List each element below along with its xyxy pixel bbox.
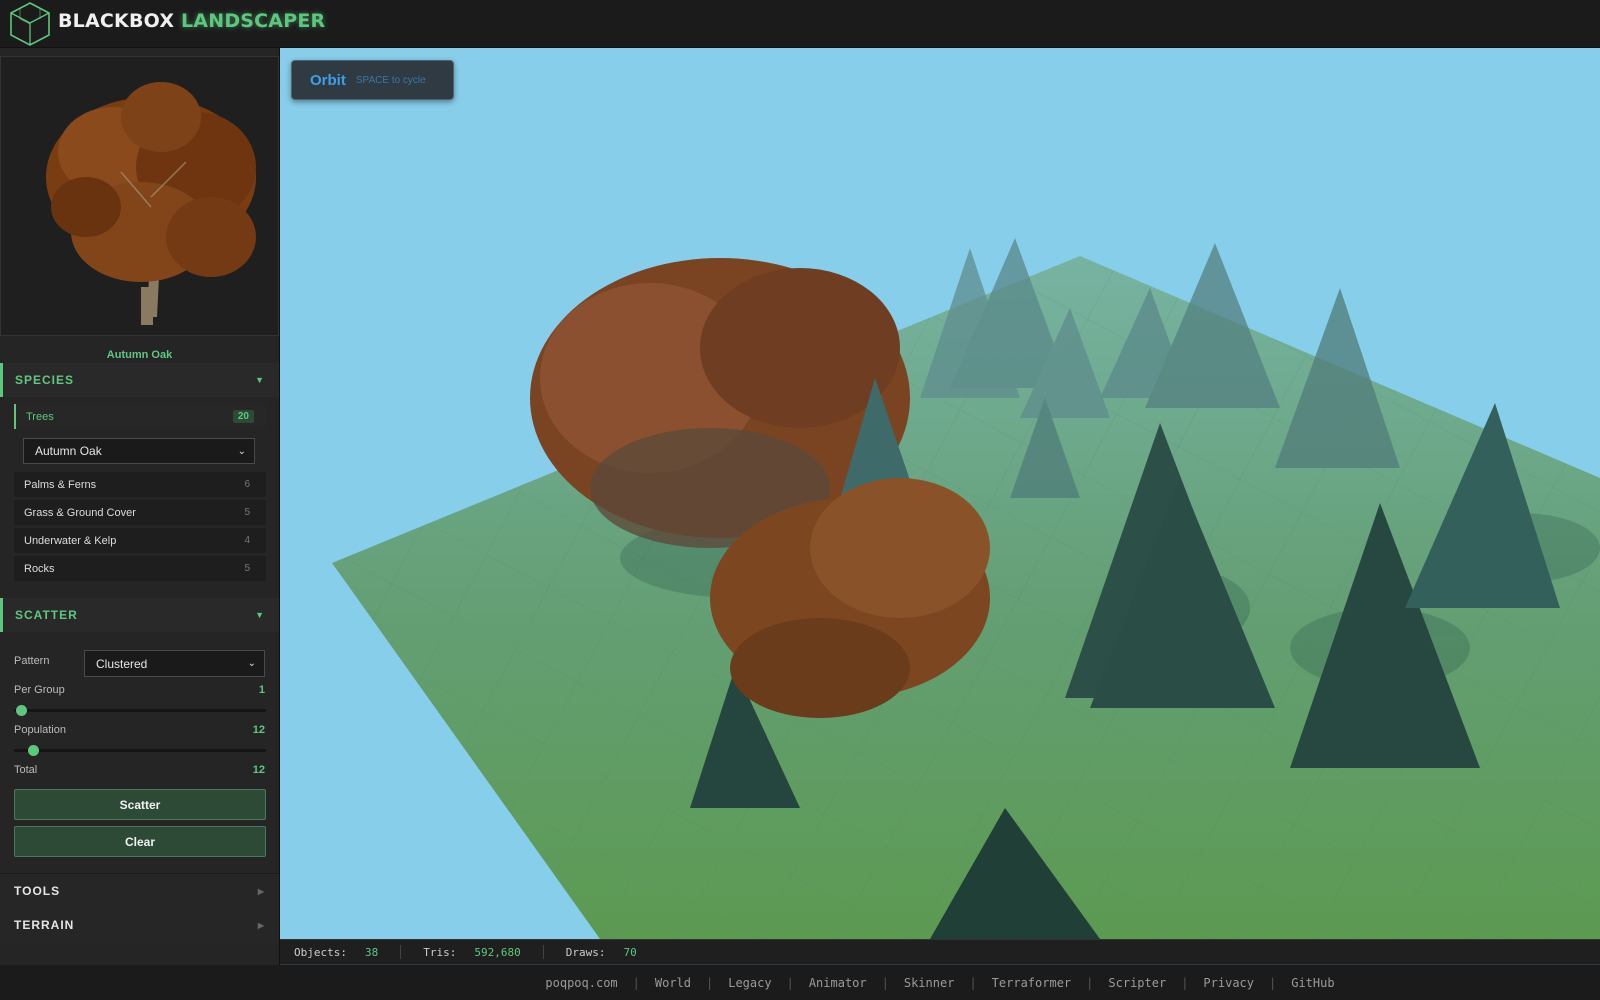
- category-grass-ground-cover[interactable]: Grass & Ground Cover 5: [14, 500, 266, 525]
- category-label: Grass & Ground Cover: [24, 506, 136, 519]
- tools-header-label: TOOLS: [14, 884, 61, 898]
- footer-link-github[interactable]: GitHub: [1291, 976, 1334, 990]
- category-count: 4: [244, 535, 250, 546]
- category-count: 5: [244, 507, 250, 518]
- 3d-viewport[interactable]: Orbit SPACE to cycle: [280, 48, 1600, 939]
- species-select[interactable]: Autumn Oak ⌄: [23, 438, 255, 464]
- camera-mode-badge[interactable]: Orbit SPACE to cycle: [291, 60, 454, 100]
- scatter-header-label: SCATTER: [15, 608, 78, 622]
- category-palms-ferns[interactable]: Palms & Ferns 6: [14, 472, 266, 497]
- footer-link-animator[interactable]: Animator: [809, 976, 867, 990]
- category-underwater-kelp[interactable]: Underwater & Kelp 4: [14, 528, 266, 553]
- category-label: Underwater & Kelp: [24, 534, 117, 547]
- population-slider[interactable]: [14, 745, 266, 756]
- app-header: BLACKBOX LANDSCAPER: [0, 0, 1600, 48]
- terrain-header-label: TERRAIN: [14, 918, 75, 932]
- category-label: Rocks: [24, 562, 55, 575]
- per-group-value: 1: [258, 684, 265, 696]
- population-value: 12: [252, 724, 265, 736]
- footer-link-legacy[interactable]: Legacy: [728, 976, 771, 990]
- footer-separator: |: [881, 975, 889, 990]
- cube-logo-icon: [10, 2, 50, 46]
- stat-separator: [542, 945, 544, 959]
- stat-separator: [400, 945, 402, 959]
- pattern-select-value: Clustered: [96, 656, 148, 671]
- stat-draws: Draws: 70: [566, 946, 637, 959]
- stat-draws-label: Draws:: [565, 945, 606, 959]
- per-group-label: Per Group: [14, 684, 65, 696]
- sidebar: Autumn Oak SPECIES ▼ Trees 20 Autumn Oak…: [0, 48, 280, 1000]
- autumn-oak-preview-image: [1, 57, 278, 335]
- category-label: Palms & Ferns: [24, 478, 97, 491]
- pattern-select[interactable]: Clustered ⌄: [84, 650, 265, 677]
- scene-render[interactable]: [280, 48, 1600, 939]
- species-select-value: Autumn Oak: [35, 444, 102, 458]
- tools-section-header[interactable]: TOOLS ▶: [0, 874, 279, 908]
- clear-button[interactable]: Clear: [14, 826, 266, 857]
- footer-separator: |: [706, 975, 714, 990]
- caret-right-icon: ▶: [257, 886, 265, 896]
- footer-separator: |: [1086, 975, 1094, 990]
- pattern-label: Pattern: [14, 655, 50, 667]
- stat-tris-value: 592,680: [474, 945, 521, 959]
- footer-link-scripter[interactable]: Scripter: [1108, 976, 1166, 990]
- caret-down-icon: ▼: [255, 610, 265, 620]
- caret-right-icon: ▶: [257, 920, 265, 930]
- app-title-part2: LANDSCAPER: [181, 10, 326, 32]
- footer-link-terraformer[interactable]: Terraformer: [992, 976, 1071, 990]
- population-label: Population: [14, 724, 66, 736]
- footer-nav: poqpoq.com | World | Legacy | Animator |…: [0, 965, 1600, 1000]
- footer-separator: |: [1181, 975, 1189, 990]
- caret-down-icon: ▼: [255, 375, 265, 385]
- footer-separator: |: [632, 975, 640, 990]
- footer-separator: |: [1269, 975, 1277, 990]
- species-section-header[interactable]: SPECIES ▼: [0, 363, 279, 397]
- category-count: 5: [244, 563, 250, 574]
- total-value: 12: [252, 764, 265, 776]
- category-count: 6: [244, 479, 250, 490]
- scatter-section-header[interactable]: SCATTER ▼: [0, 598, 279, 632]
- footer-separator: |: [786, 975, 794, 990]
- footer-separator: |: [969, 975, 977, 990]
- species-preview: [0, 56, 279, 336]
- species-header-label: SPECIES: [15, 373, 75, 387]
- stat-objects-label: Objects:: [294, 945, 347, 959]
- footer-link-skinner[interactable]: Skinner: [904, 976, 955, 990]
- terrain-section-header[interactable]: TERRAIN ▶: [0, 908, 279, 942]
- stats-bar: Objects: 38 Tris: 592,680 Draws: 70: [280, 939, 1600, 965]
- per-group-slider[interactable]: [14, 705, 266, 716]
- chevron-down-icon: ⌄: [247, 658, 256, 669]
- app-title: BLACKBOX LANDSCAPER: [58, 10, 325, 32]
- per-group-slider-thumb[interactable]: [16, 705, 27, 716]
- stat-objects: Objects: 38: [294, 946, 378, 959]
- stat-tris-label: Tris:: [423, 945, 457, 959]
- stat-draws-value: 70: [623, 945, 637, 959]
- stat-objects-value: 38: [364, 945, 379, 959]
- app-title-part1: BLACKBOX: [58, 10, 175, 32]
- footer-link-poqpoq[interactable]: poqpoq.com: [545, 976, 617, 990]
- total-label: Total: [14, 764, 38, 776]
- footer-link-privacy[interactable]: Privacy: [1203, 976, 1254, 990]
- camera-mode-hint: SPACE to cycle: [355, 74, 426, 86]
- category-label: Trees: [26, 410, 54, 423]
- category-trees[interactable]: Trees 20: [14, 404, 266, 429]
- camera-mode-label: Orbit: [310, 71, 346, 89]
- scatter-button[interactable]: Scatter: [14, 789, 266, 820]
- preview-species-name: Autumn Oak: [106, 349, 173, 361]
- footer-link-world[interactable]: World: [655, 976, 691, 990]
- stat-tris: Tris: 592,680: [423, 946, 520, 959]
- chevron-down-icon: ⌄: [237, 445, 246, 457]
- category-rocks[interactable]: Rocks 5: [14, 556, 266, 581]
- population-slider-thumb[interactable]: [27, 745, 39, 756]
- category-count: 20: [232, 410, 254, 423]
